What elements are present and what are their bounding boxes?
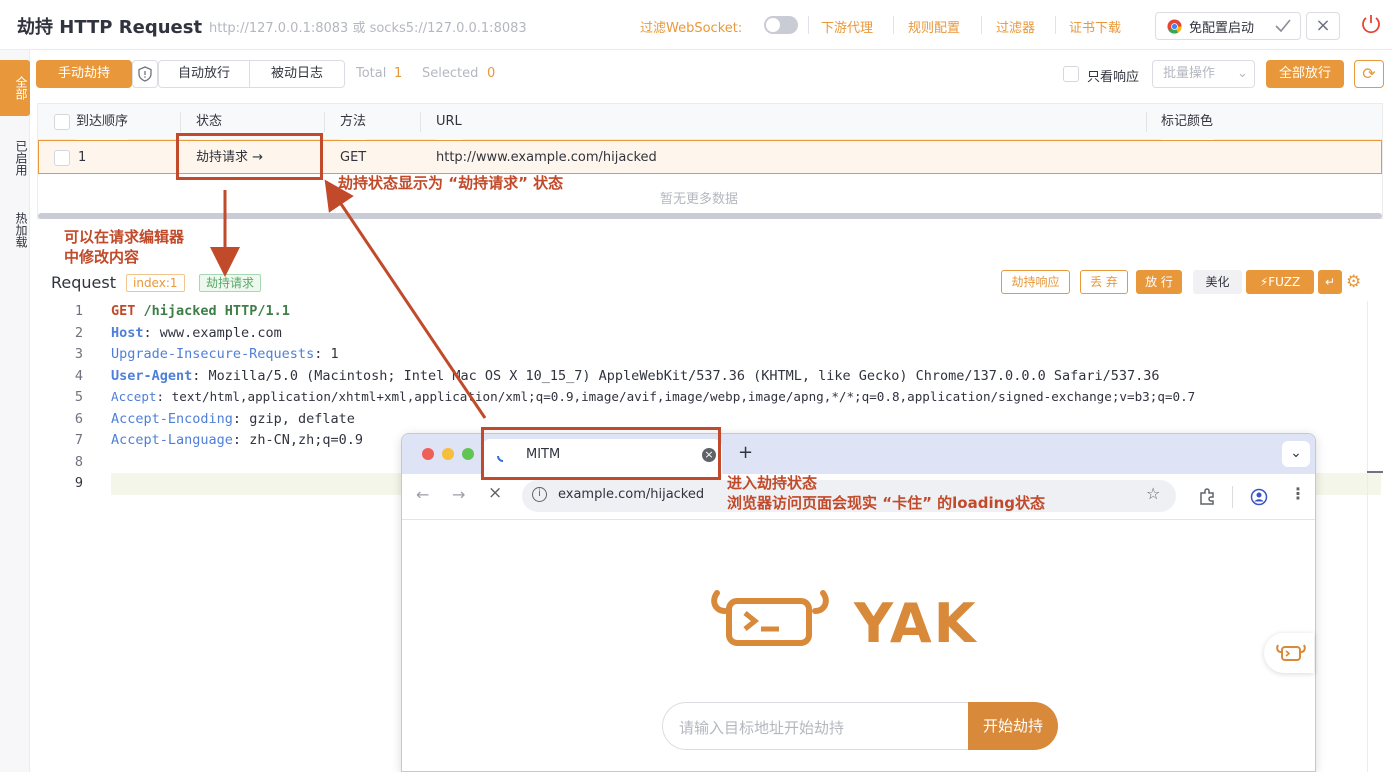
browser-menu-icon[interactable]: ⋮ — [1290, 484, 1306, 503]
back-icon[interactable]: ← — [416, 485, 429, 504]
new-tab-button[interactable]: + — [738, 442, 753, 463]
profile-avatar-icon[interactable] — [1250, 488, 1268, 506]
site-info-icon[interactable]: i — [532, 487, 547, 502]
start-hijack-button[interactable]: 开始劫持 — [968, 702, 1058, 750]
forward-icon[interactable]: → — [452, 485, 465, 504]
browser-window: MITM × + ⌄ ← → × i example.com/hijacked … — [401, 433, 1316, 772]
target-address-input[interactable]: 请输入目标地址开始劫持 — [662, 702, 972, 750]
browser-annotation-line2: 浏览器访问页面会现实 “卡住” 的loading状态 — [727, 494, 1046, 512]
tab-highlight-box — [481, 427, 721, 480]
yak-logo-icon — [711, 590, 829, 646]
window-close-dot[interactable] — [422, 448, 434, 460]
stop-loading-icon[interactable]: × — [488, 483, 502, 503]
target-address-placeholder: 请输入目标地址开始劫持 — [679, 719, 845, 737]
browser-annotation-line1: 进入劫持状态 — [727, 474, 818, 492]
browser-url: example.com/hijacked — [558, 487, 705, 502]
mascot-icon — [1276, 644, 1306, 661]
bookmark-star-icon[interactable]: ☆ — [1146, 484, 1160, 503]
window-zoom-dot[interactable] — [462, 448, 474, 460]
yak-mascot-float-button[interactable] — [1264, 633, 1314, 673]
extensions-puzzle-icon[interactable] — [1198, 488, 1216, 506]
yak-logo-text: YAK — [854, 592, 978, 655]
tab-list-chevron-icon[interactable]: ⌄ — [1282, 441, 1310, 467]
window-minimize-dot[interactable] — [442, 448, 454, 460]
